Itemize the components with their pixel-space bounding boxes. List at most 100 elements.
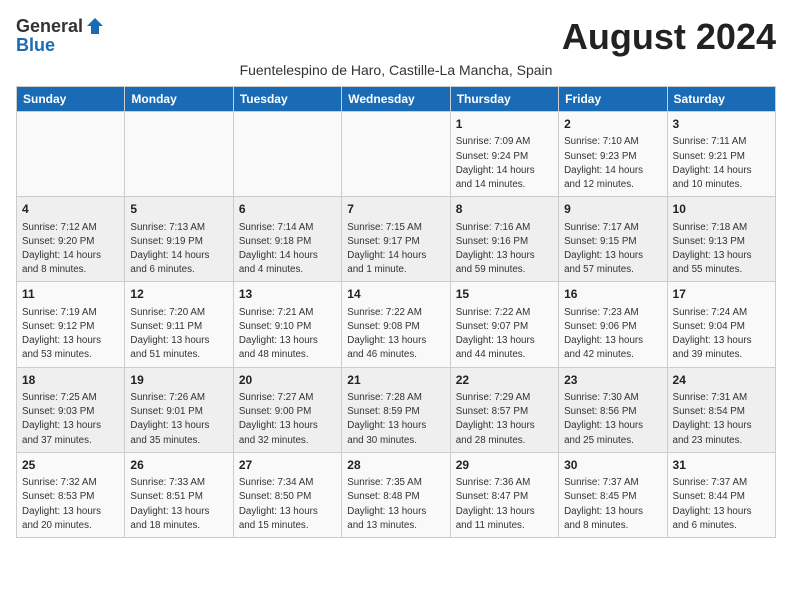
- logo-icon: [85, 16, 105, 36]
- calendar-cell: 16Sunrise: 7:23 AM Sunset: 9:06 PM Dayli…: [559, 282, 667, 367]
- day-info: Sunrise: 7:15 AM Sunset: 9:17 PM Dayligh…: [347, 221, 444, 278]
- day-number: 16: [564, 286, 661, 303]
- day-number: 9: [564, 201, 661, 218]
- calendar-cell: 23Sunrise: 7:30 AM Sunset: 8:56 PM Dayli…: [559, 367, 667, 452]
- day-number: 17: [673, 286, 770, 303]
- calendar-cell: 6 Sunrise: 7:14 AM Sunset: 9:18 PM Daylig…: [233, 197, 341, 282]
- day-number: 25: [22, 457, 119, 474]
- location-subtitle: Fuentelespino de Haro, Castille-La Manch…: [16, 62, 776, 78]
- calendar-week-row: 25Sunrise: 7:32 AM Sunset: 8:53 PM Dayli…: [17, 452, 776, 537]
- day-info: Sunrise: 7:28 AM Sunset: 8:59 PM Dayligh…: [347, 391, 444, 448]
- day-number: 7: [347, 201, 444, 218]
- calendar-cell: 14Sunrise: 7:22 AM Sunset: 9:08 PM Dayli…: [342, 282, 450, 367]
- day-info: Sunrise: 7:24 AM Sunset: 9:04 PM Dayligh…: [673, 306, 770, 363]
- day-number: 22: [456, 372, 553, 389]
- logo-general-text: General: [16, 17, 83, 35]
- day-info: Sunrise: 7:19 AM Sunset: 9:12 PM Dayligh…: [22, 306, 119, 363]
- day-number: 4: [22, 201, 119, 218]
- calendar-week-row: 18Sunrise: 7:25 AM Sunset: 9:03 PM Dayli…: [17, 367, 776, 452]
- calendar-cell: 29 Sunrise: 7:36 AM Sunset: 8:47 PM Dayli…: [450, 452, 558, 537]
- day-number: 12: [130, 286, 227, 303]
- day-number: 31: [673, 457, 770, 474]
- day-info: Sunrise: 7:26 AM Sunset: 9:01 PM Dayligh…: [130, 391, 227, 448]
- day-info: Sunrise: 7:21 AM Sunset: 9:10 PM Dayligh…: [239, 306, 336, 363]
- day-info: Sunrise: 7:37 AM Sunset: 8:44 PM Dayligh…: [673, 476, 770, 533]
- day-info: Sunrise: 7:13 AM Sunset: 9:19 PM Dayligh…: [130, 221, 227, 278]
- day-number: 5: [130, 201, 227, 218]
- day-info: Sunrise: 7:12 AM Sunset: 9:20 PM Dayligh…: [22, 221, 119, 278]
- calendar-cell: 9 Sunrise: 7:17 AM Sunset: 9:15 PM Daylig…: [559, 197, 667, 282]
- calendar-cell: 4 Sunrise: 7:12 AM Sunset: 9:20 PM Daylig…: [17, 197, 125, 282]
- day-number: 1: [456, 116, 553, 133]
- calendar-cell: 10 Sunrise: 7:18 AM Sunset: 9:13 PM Dayli…: [667, 197, 775, 282]
- column-header-tuesday: Tuesday: [233, 87, 341, 112]
- calendar-header-row: SundayMondayTuesdayWednesdayThursdayFrid…: [17, 87, 776, 112]
- column-header-friday: Friday: [559, 87, 667, 112]
- day-info: Sunrise: 7:10 AM Sunset: 9:23 PM Dayligh…: [564, 135, 661, 192]
- day-info: Sunrise: 7:35 AM Sunset: 8:48 PM Dayligh…: [347, 476, 444, 533]
- calendar-cell: 31 Sunrise: 7:37 AM Sunset: 8:44 PM Dayli…: [667, 452, 775, 537]
- calendar-cell: 7 Sunrise: 7:15 AM Sunset: 9:17 PM Daylig…: [342, 197, 450, 282]
- calendar-week-row: 4 Sunrise: 7:12 AM Sunset: 9:20 PM Daylig…: [17, 197, 776, 282]
- calendar-cell: [17, 112, 125, 197]
- day-info: Sunrise: 7:09 AM Sunset: 9:24 PM Dayligh…: [456, 135, 553, 192]
- calendar-cell: 2 Sunrise: 7:10 AM Sunset: 9:23 PM Daylig…: [559, 112, 667, 197]
- calendar-cell: 1 Sunrise: 7:09 AM Sunset: 9:24 PM Daylig…: [450, 112, 558, 197]
- day-number: 24: [673, 372, 770, 389]
- column-header-wednesday: Wednesday: [342, 87, 450, 112]
- calendar-cell: 15 Sunrise: 7:22 AM Sunset: 9:07 PM Dayli…: [450, 282, 558, 367]
- day-number: 20: [239, 372, 336, 389]
- day-number: 30: [564, 457, 661, 474]
- day-number: 28: [347, 457, 444, 474]
- calendar-cell: 28 Sunrise: 7:35 AM Sunset: 8:48 PM Dayli…: [342, 452, 450, 537]
- column-header-thursday: Thursday: [450, 87, 558, 112]
- day-info: Sunrise: 7:34 AM Sunset: 8:50 PM Dayligh…: [239, 476, 336, 533]
- day-info: Sunrise: 7:18 AM Sunset: 9:13 PM Dayligh…: [673, 221, 770, 278]
- day-number: 11: [22, 286, 119, 303]
- day-info: Sunrise: 7:27 AM Sunset: 9:00 PM Dayligh…: [239, 391, 336, 448]
- column-header-monday: Monday: [125, 87, 233, 112]
- day-info: Sunrise: 7:17 AM Sunset: 9:15 PM Dayligh…: [564, 221, 661, 278]
- calendar-cell: 8 Sunrise: 7:16 AM Sunset: 9:16 PM Daylig…: [450, 197, 558, 282]
- day-number: 26: [130, 457, 227, 474]
- day-info: Sunrise: 7:16 AM Sunset: 9:16 PM Dayligh…: [456, 221, 553, 278]
- calendar-cell: 19 Sunrise: 7:26 AM Sunset: 9:01 PM Dayli…: [125, 367, 233, 452]
- day-number: 8: [456, 201, 553, 218]
- calendar-cell: 24 Sunrise: 7:31 AM Sunset: 8:54 PM Dayli…: [667, 367, 775, 452]
- day-number: 15: [456, 286, 553, 303]
- day-number: 14: [347, 286, 444, 303]
- day-info: Sunrise: 7:36 AM Sunset: 8:47 PM Dayligh…: [456, 476, 553, 533]
- day-number: 2: [564, 116, 661, 133]
- day-info: Sunrise: 7:30 AM Sunset: 8:56 PM Dayligh…: [564, 391, 661, 448]
- day-number: 19: [130, 372, 227, 389]
- day-info: Sunrise: 7:11 AM Sunset: 9:21 PM Dayligh…: [673, 135, 770, 192]
- day-number: 29: [456, 457, 553, 474]
- calendar-cell: 30 Sunrise: 7:37 AM Sunset: 8:45 PM Dayli…: [559, 452, 667, 537]
- calendar-cell: 13 Sunrise: 7:21 AM Sunset: 9:10 PM Dayli…: [233, 282, 341, 367]
- calendar-cell: 27 Sunrise: 7:34 AM Sunset: 8:50 PM Dayli…: [233, 452, 341, 537]
- calendar-cell: 22Sunrise: 7:29 AM Sunset: 8:57 PM Dayli…: [450, 367, 558, 452]
- calendar-cell: 3Sunrise: 7:11 AM Sunset: 9:21 PM Daylig…: [667, 112, 775, 197]
- calendar-week-row: 11 Sunrise: 7:19 AM Sunset: 9:12 PM Dayli…: [17, 282, 776, 367]
- logo-blue-text: Blue: [16, 36, 55, 54]
- day-number: 13: [239, 286, 336, 303]
- calendar-cell: 17 Sunrise: 7:24 AM Sunset: 9:04 PM Dayli…: [667, 282, 775, 367]
- calendar-cell: 5 Sunrise: 7:13 AM Sunset: 9:19 PM Daylig…: [125, 197, 233, 282]
- column-header-saturday: Saturday: [667, 87, 775, 112]
- day-info: Sunrise: 7:31 AM Sunset: 8:54 PM Dayligh…: [673, 391, 770, 448]
- calendar-table: SundayMondayTuesdayWednesdayThursdayFrid…: [16, 86, 776, 538]
- logo: General Blue: [16, 16, 105, 54]
- day-number: 27: [239, 457, 336, 474]
- day-info: Sunrise: 7:22 AM Sunset: 9:07 PM Dayligh…: [456, 306, 553, 363]
- day-info: Sunrise: 7:14 AM Sunset: 9:18 PM Dayligh…: [239, 221, 336, 278]
- calendar-cell: 25Sunrise: 7:32 AM Sunset: 8:53 PM Dayli…: [17, 452, 125, 537]
- day-number: 6: [239, 201, 336, 218]
- day-number: 21: [347, 372, 444, 389]
- day-info: Sunrise: 7:20 AM Sunset: 9:11 PM Dayligh…: [130, 306, 227, 363]
- column-header-sunday: Sunday: [17, 87, 125, 112]
- month-title: August 2024: [562, 16, 776, 58]
- day-info: Sunrise: 7:37 AM Sunset: 8:45 PM Dayligh…: [564, 476, 661, 533]
- day-number: 18: [22, 372, 119, 389]
- day-number: 10: [673, 201, 770, 218]
- calendar-week-row: 1 Sunrise: 7:09 AM Sunset: 9:24 PM Daylig…: [17, 112, 776, 197]
